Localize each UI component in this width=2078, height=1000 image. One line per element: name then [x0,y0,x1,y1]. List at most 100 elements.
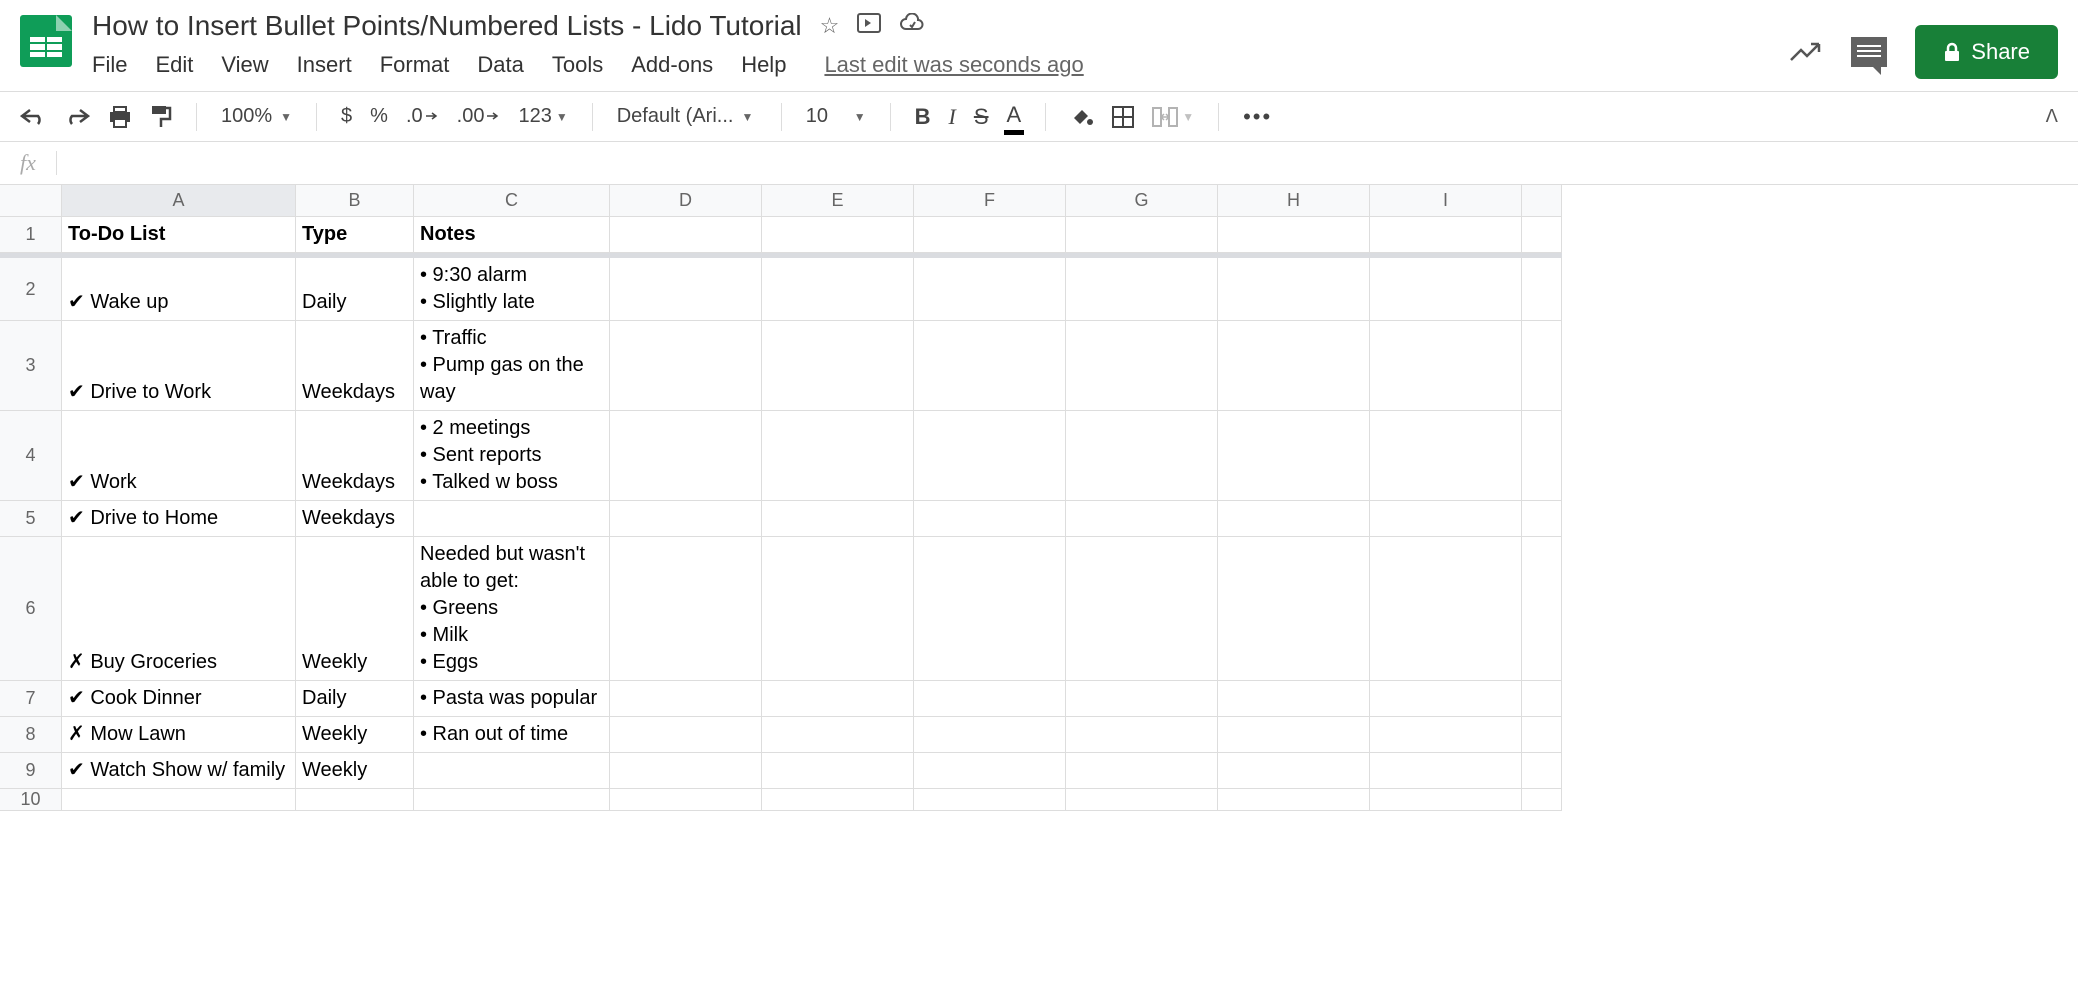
menu-file[interactable]: File [92,52,127,78]
text-color-button[interactable]: A [1007,102,1022,131]
cell-C6[interactable]: Needed but wasn't able to get: • Greens … [414,537,610,681]
more-button[interactable]: ••• [1243,104,1272,130]
bold-button[interactable]: B [915,104,931,130]
cell-F1[interactable] [914,217,1066,253]
cell-B2[interactable]: Daily [296,258,414,321]
select-all-corner[interactable] [0,185,62,217]
cell-B9[interactable]: Weekly [296,753,414,789]
redo-button[interactable] [64,108,90,126]
cell-H1[interactable] [1218,217,1370,253]
cell-E1[interactable] [762,217,914,253]
col-header-end[interactable] [1522,185,1562,217]
trend-icon[interactable] [1789,40,1823,64]
col-header-G[interactable]: G [1066,185,1218,217]
formula-input[interactable] [69,153,2058,174]
app-header: How to Insert Bullet Points/Numbered Lis… [0,0,2078,79]
cell-C10[interactable] [414,789,610,811]
col-header-I[interactable]: I [1370,185,1522,217]
row-header-6[interactable]: 6 [0,537,62,681]
menu-help[interactable]: Help [741,52,786,78]
cell-C8[interactable]: • Ran out of time [414,717,610,753]
strikethrough-button[interactable]: S [974,104,989,130]
row-header-1[interactable]: 1 [0,217,62,253]
percent-button[interactable]: % [370,105,388,128]
cell-A4[interactable]: ✔ Work [62,411,296,501]
cell-B10[interactable] [296,789,414,811]
currency-button[interactable]: $ [341,105,352,128]
share-button[interactable]: Share [1915,25,2058,79]
col-header-B[interactable]: B [296,185,414,217]
cell-A9[interactable]: ✔ Watch Show w/ family [62,753,296,789]
menu-addons[interactable]: Add-ons [631,52,713,78]
font-size-select[interactable]: 10▼ [806,105,866,128]
cell-A7[interactable]: ✔ Cook Dinner [62,681,296,717]
col-header-D[interactable]: D [610,185,762,217]
cell-C2[interactable]: • 9:30 alarm • Slightly late [414,258,610,321]
menu-format[interactable]: Format [380,52,450,78]
cell-C1[interactable]: Notes [414,217,610,253]
menu-insert[interactable]: Insert [297,52,352,78]
doc-title[interactable]: How to Insert Bullet Points/Numbered Lis… [92,10,802,42]
spreadsheet-grid[interactable]: A B C D E F G H I 1 To-Do List Type Note… [0,185,2078,811]
undo-button[interactable] [20,108,46,126]
italic-button[interactable]: I [949,104,956,130]
cell-D1[interactable] [610,217,762,253]
font-select[interactable]: Default (Ari...▼ [617,105,757,128]
cell-B1[interactable]: Type [296,217,414,253]
collapse-toolbar-icon[interactable]: ᐱ [2046,106,2058,127]
cloud-icon[interactable] [899,13,925,39]
cell-A6[interactable]: ✗ Buy Groceries [62,537,296,681]
cell-C9[interactable] [414,753,610,789]
menu-view[interactable]: View [221,52,268,78]
menu-data[interactable]: Data [477,52,523,78]
row-header-8[interactable]: 8 [0,717,62,753]
cell-A2[interactable]: ✔ Wake up [62,258,296,321]
row-header-5[interactable]: 5 [0,501,62,537]
cell-A8[interactable]: ✗ Mow Lawn [62,717,296,753]
cell-G1[interactable] [1066,217,1218,253]
cell-end1[interactable] [1522,217,1562,253]
cell-B7[interactable]: Daily [296,681,414,717]
cell-B6[interactable]: Weekly [296,537,414,681]
cell-A3[interactable]: ✔ Drive to Work [62,321,296,411]
row-header-2[interactable]: 2 [0,258,62,321]
row-header-9[interactable]: 9 [0,753,62,789]
borders-button[interactable] [1112,106,1134,128]
col-header-C[interactable]: C [414,185,610,217]
cell-C7[interactable]: • Pasta was popular [414,681,610,717]
cell-D2[interactable] [610,258,762,321]
comments-icon[interactable] [1851,37,1887,67]
zoom-select[interactable]: 100%▼ [221,105,292,128]
cell-C5[interactable] [414,501,610,537]
row-header-10[interactable]: 10 [0,789,62,811]
cell-B3[interactable]: Weekdays [296,321,414,411]
number-format-button[interactable]: 123▼ [518,105,567,128]
increase-decimal-button[interactable]: .00 [457,105,501,128]
move-icon[interactable] [857,13,881,39]
cell-B4[interactable]: Weekdays [296,411,414,501]
cell-A1[interactable]: To-Do List [62,217,296,253]
star-icon[interactable]: ☆ [820,13,840,39]
last-edit-link[interactable]: Last edit was seconds ago [824,52,1083,78]
col-header-E[interactable]: E [762,185,914,217]
menu-tools[interactable]: Tools [552,52,603,78]
paint-format-button[interactable] [150,105,172,129]
cell-I1[interactable] [1370,217,1522,253]
cell-A10[interactable] [62,789,296,811]
row-header-3[interactable]: 3 [0,321,62,411]
row-header-4[interactable]: 4 [0,411,62,501]
cell-B5[interactable]: Weekdays [296,501,414,537]
cell-B8[interactable]: Weekly [296,717,414,753]
decrease-decimal-button[interactable]: .0 [406,105,439,128]
cell-A5[interactable]: ✔ Drive to Home [62,501,296,537]
col-header-F[interactable]: F [914,185,1066,217]
cell-C3[interactable]: • Traffic • Pump gas on the way [414,321,610,411]
print-button[interactable] [108,106,132,128]
fill-color-button[interactable] [1070,106,1094,128]
menu-edit[interactable]: Edit [155,52,193,78]
col-header-H[interactable]: H [1218,185,1370,217]
cell-C4[interactable]: • 2 meetings • Sent reports • Talked w b… [414,411,610,501]
row-header-7[interactable]: 7 [0,681,62,717]
merge-button[interactable]: ▼ [1152,107,1194,127]
col-header-A[interactable]: A [62,185,296,217]
